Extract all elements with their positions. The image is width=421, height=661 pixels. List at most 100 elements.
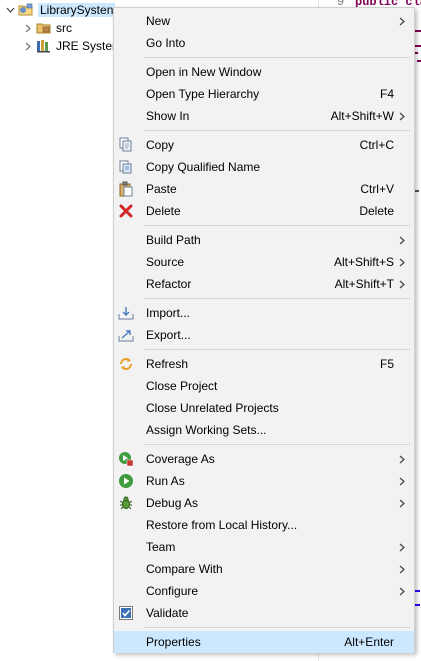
submenu-arrow-icon [398, 109, 406, 123]
java-project-icon [18, 2, 34, 18]
menu-item-label: Close Project [146, 379, 218, 393]
copy-qualified-name-icon [118, 159, 134, 175]
menu-item-paste[interactable]: Paste Ctrl+V [114, 178, 414, 200]
menu-item-delete[interactable]: Delete Delete [114, 200, 414, 222]
menu-item-label: Assign Working Sets... [146, 423, 267, 437]
tree-item-src[interactable]: src [22, 19, 72, 37]
code-fragment-mark [415, 604, 420, 606]
menu-item-refactor[interactable]: Refactor Alt+Shift+T [114, 273, 414, 295]
menu-item-label: Import... [146, 306, 191, 320]
menu-item-label: Copy [146, 138, 175, 152]
submenu-arrow-icon [398, 14, 406, 28]
submenu-arrow-icon [398, 255, 406, 269]
menu-item-configure[interactable]: Configure [114, 580, 414, 602]
library-icon [36, 38, 52, 54]
code-fragment-mark [415, 30, 421, 32]
menu-item-copy-qualified-name[interactable]: Copy Qualified Name [114, 156, 414, 178]
menu-item-source[interactable]: Source Alt+Shift+S [114, 251, 414, 273]
menu-item-label: Debug As [146, 496, 199, 510]
expand-icon[interactable] [22, 22, 34, 34]
menu-item-properties[interactable]: Properties Alt+Enter [114, 631, 414, 653]
menu-item-go-into[interactable]: Go Into [114, 32, 414, 54]
menu-item-debug-as[interactable]: Debug As [114, 492, 414, 514]
menu-item-validate[interactable]: Validate [114, 602, 414, 624]
code-fragment-mark [415, 45, 421, 47]
menu-item-label: Team [146, 540, 176, 554]
menu-item-label: Coverage As [146, 452, 215, 466]
menu-item-open-in-new-window[interactable]: Open in New Window [114, 61, 414, 83]
menu-item-shortcut: Ctrl+V [360, 182, 394, 196]
menu-item-close-project[interactable]: Close Project [114, 375, 414, 397]
submenu-arrow-icon [398, 540, 406, 554]
submenu-arrow-icon [398, 562, 406, 576]
menu-item-coverage-as[interactable]: Coverage As [114, 448, 414, 470]
delete-icon [118, 203, 134, 219]
menu-item-label: Configure [146, 584, 199, 598]
debug-icon [118, 495, 134, 511]
menu-item-label: Properties [146, 635, 201, 649]
menu-item-team[interactable]: Team [114, 536, 414, 558]
menu-item-label: Compare With [146, 562, 223, 576]
menu-item-label: Open Type Hierarchy [146, 87, 260, 101]
menu-separator [144, 57, 410, 58]
menu-item-open-type-hierarchy[interactable]: Open Type Hierarchy F4 [114, 83, 414, 105]
code-fragment-mark [417, 60, 421, 62]
menu-item-label: Validate [146, 606, 189, 620]
menu-item-shortcut: Alt+Shift+S [333, 255, 394, 269]
run-icon [118, 473, 134, 489]
menu-item-label: Delete [146, 204, 181, 218]
menu-item-label: Close Unrelated Projects [146, 401, 279, 415]
menu-item-label: Copy Qualified Name [146, 160, 261, 174]
menu-item-show-in[interactable]: Show In Alt+Shift+W [114, 105, 414, 127]
menu-separator [144, 298, 410, 299]
import-icon [118, 305, 134, 321]
refresh-icon [118, 356, 134, 372]
tree-item-project[interactable]: LibrarySysten [4, 1, 116, 19]
menu-item-refresh[interactable]: Refresh F5 [114, 353, 414, 375]
submenu-arrow-icon [398, 277, 406, 291]
context-menu: New Go Into Open in New Window Open Type Hi… [113, 7, 415, 653]
menu-item-build-path[interactable]: Build Path [114, 229, 414, 251]
menu-separator [144, 225, 410, 226]
tree-item-label: src [56, 21, 72, 35]
copy-icon [118, 137, 134, 153]
menu-item-import[interactable]: Import... [114, 302, 414, 324]
source-folder-icon [36, 20, 52, 36]
expand-icon[interactable] [22, 40, 34, 52]
menu-item-label: Export... [146, 328, 191, 342]
submenu-arrow-icon [398, 452, 406, 466]
collapse-icon[interactable] [4, 4, 16, 16]
menu-item-label: Show In [146, 109, 190, 123]
menu-item-assign-working-sets[interactable]: Assign Working Sets... [114, 419, 414, 441]
submenu-arrow-icon [398, 584, 406, 598]
menu-item-label: Source [146, 255, 185, 269]
coverage-icon [118, 451, 134, 467]
menu-item-shortcut: Alt+Shift+T [334, 277, 394, 291]
code-fragment-mark [415, 190, 419, 192]
menu-item-compare-with[interactable]: Compare With [114, 558, 414, 580]
menu-item-run-as[interactable]: Run As [114, 470, 414, 492]
submenu-arrow-icon [398, 496, 406, 510]
menu-separator [144, 627, 410, 628]
menu-item-shortcut: Alt+Shift+W [330, 109, 394, 123]
menu-separator [144, 444, 410, 445]
menu-item-label: Go Into [146, 36, 186, 50]
tree-item-jre[interactable]: JRE System [22, 37, 122, 55]
menu-item-close-unrelated-projects[interactable]: Close Unrelated Projects [114, 397, 414, 419]
menu-item-shortcut: F5 [379, 357, 394, 371]
code-fragment-mark [415, 590, 420, 592]
menu-item-shortcut: Alt+Enter [344, 635, 394, 649]
menu-item-new[interactable]: New [114, 10, 414, 32]
menu-item-label: Refresh [146, 357, 189, 371]
menu-item-shortcut: Ctrl+C [359, 138, 394, 152]
submenu-arrow-icon [398, 474, 406, 488]
menu-item-export[interactable]: Export... [114, 324, 414, 346]
project-label: LibrarySysten [38, 3, 116, 17]
menu-item-label: Restore from Local History... [146, 518, 298, 532]
checkbox-checked-icon [118, 605, 134, 621]
paste-icon [118, 181, 134, 197]
menu-item-copy[interactable]: Copy Ctrl+C [114, 134, 414, 156]
menu-item-shortcut: F4 [379, 87, 394, 101]
menu-item-restore-from-local-history[interactable]: Restore from Local History... [114, 514, 414, 536]
menu-separator [144, 130, 410, 131]
